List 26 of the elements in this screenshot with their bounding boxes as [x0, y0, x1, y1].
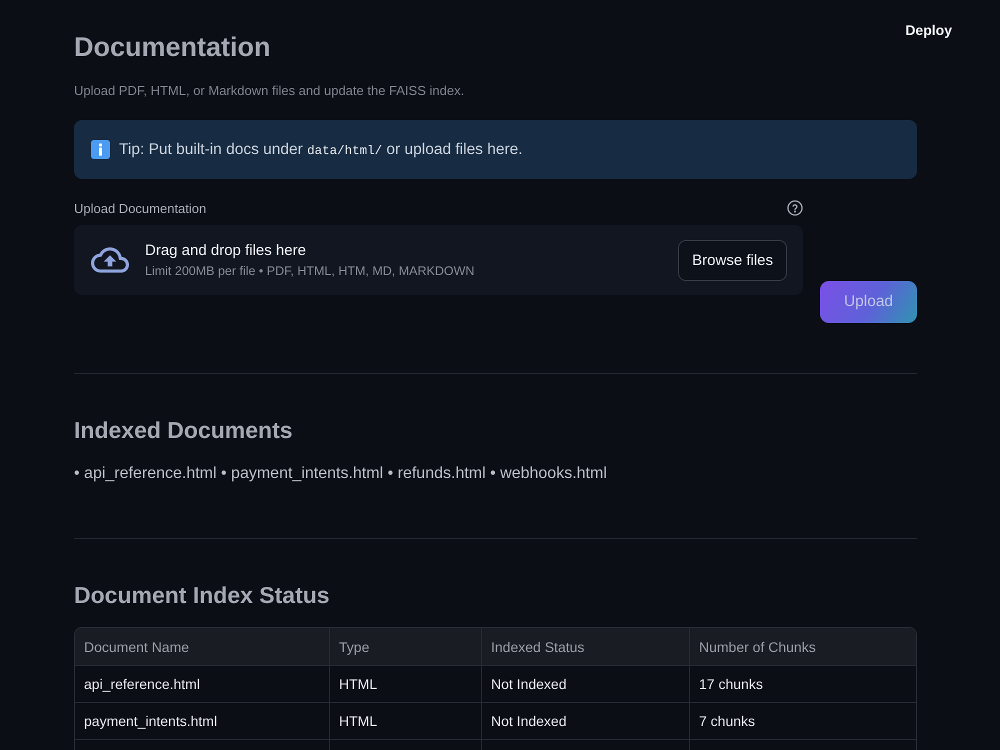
tip-text: Tip: Put built-in docs under data/html/ or upload files here. — [119, 140, 523, 158]
section-heading: Document Index Status — [74, 581, 331, 610]
column-header: Document Name — [83, 638, 190, 656]
table-cell: 7 chunks — [689, 703, 916, 739]
info-icon — [91, 140, 110, 159]
column-header: Number of Chunks — [689, 628, 916, 665]
table-cell-text: payment_intents.html — [83, 712, 218, 731]
table-cell: Not Indexed — [481, 703, 689, 739]
table-cell: Not Indexed — [481, 666, 689, 702]
column-header: Type — [329, 628, 481, 665]
page-subtitle: Upload PDF, HTML, or Markdown files and update the FAISS index. — [74, 82, 466, 100]
indexed-documents-list: • api_reference.html • payment_intents.html • refunds.html • webhooks.html — [74, 463, 917, 485]
browse-files-button[interactable]: Browse files — [678, 240, 787, 280]
cloud-upload-icon — [91, 247, 129, 273]
deploy-button[interactable]: Deploy — [897, 20, 960, 40]
dropzone-title: Drag and drop files here — [145, 242, 307, 259]
table-cell: HTML — [329, 666, 481, 702]
table-cell: 17 chunks — [689, 666, 916, 702]
table-cell: HTML — [329, 703, 481, 739]
column-header: Indexed Status — [481, 628, 689, 665]
help-icon[interactable] — [787, 200, 803, 216]
section-heading: Indexed Documents — [74, 416, 294, 445]
dropzone-hint: Limit 200MB per file • PDF, HTML, HTM, MD, MARKDOWN — [145, 264, 476, 278]
table-cell-text: api_reference.html — [83, 675, 201, 694]
upload-label: Upload Documentation — [74, 200, 206, 216]
file-dropzone[interactable]: Drag and drop files here Limit 200MB per file • PDF, HTML, HTM, MD, MARKDOWN Browse files — [74, 225, 803, 295]
